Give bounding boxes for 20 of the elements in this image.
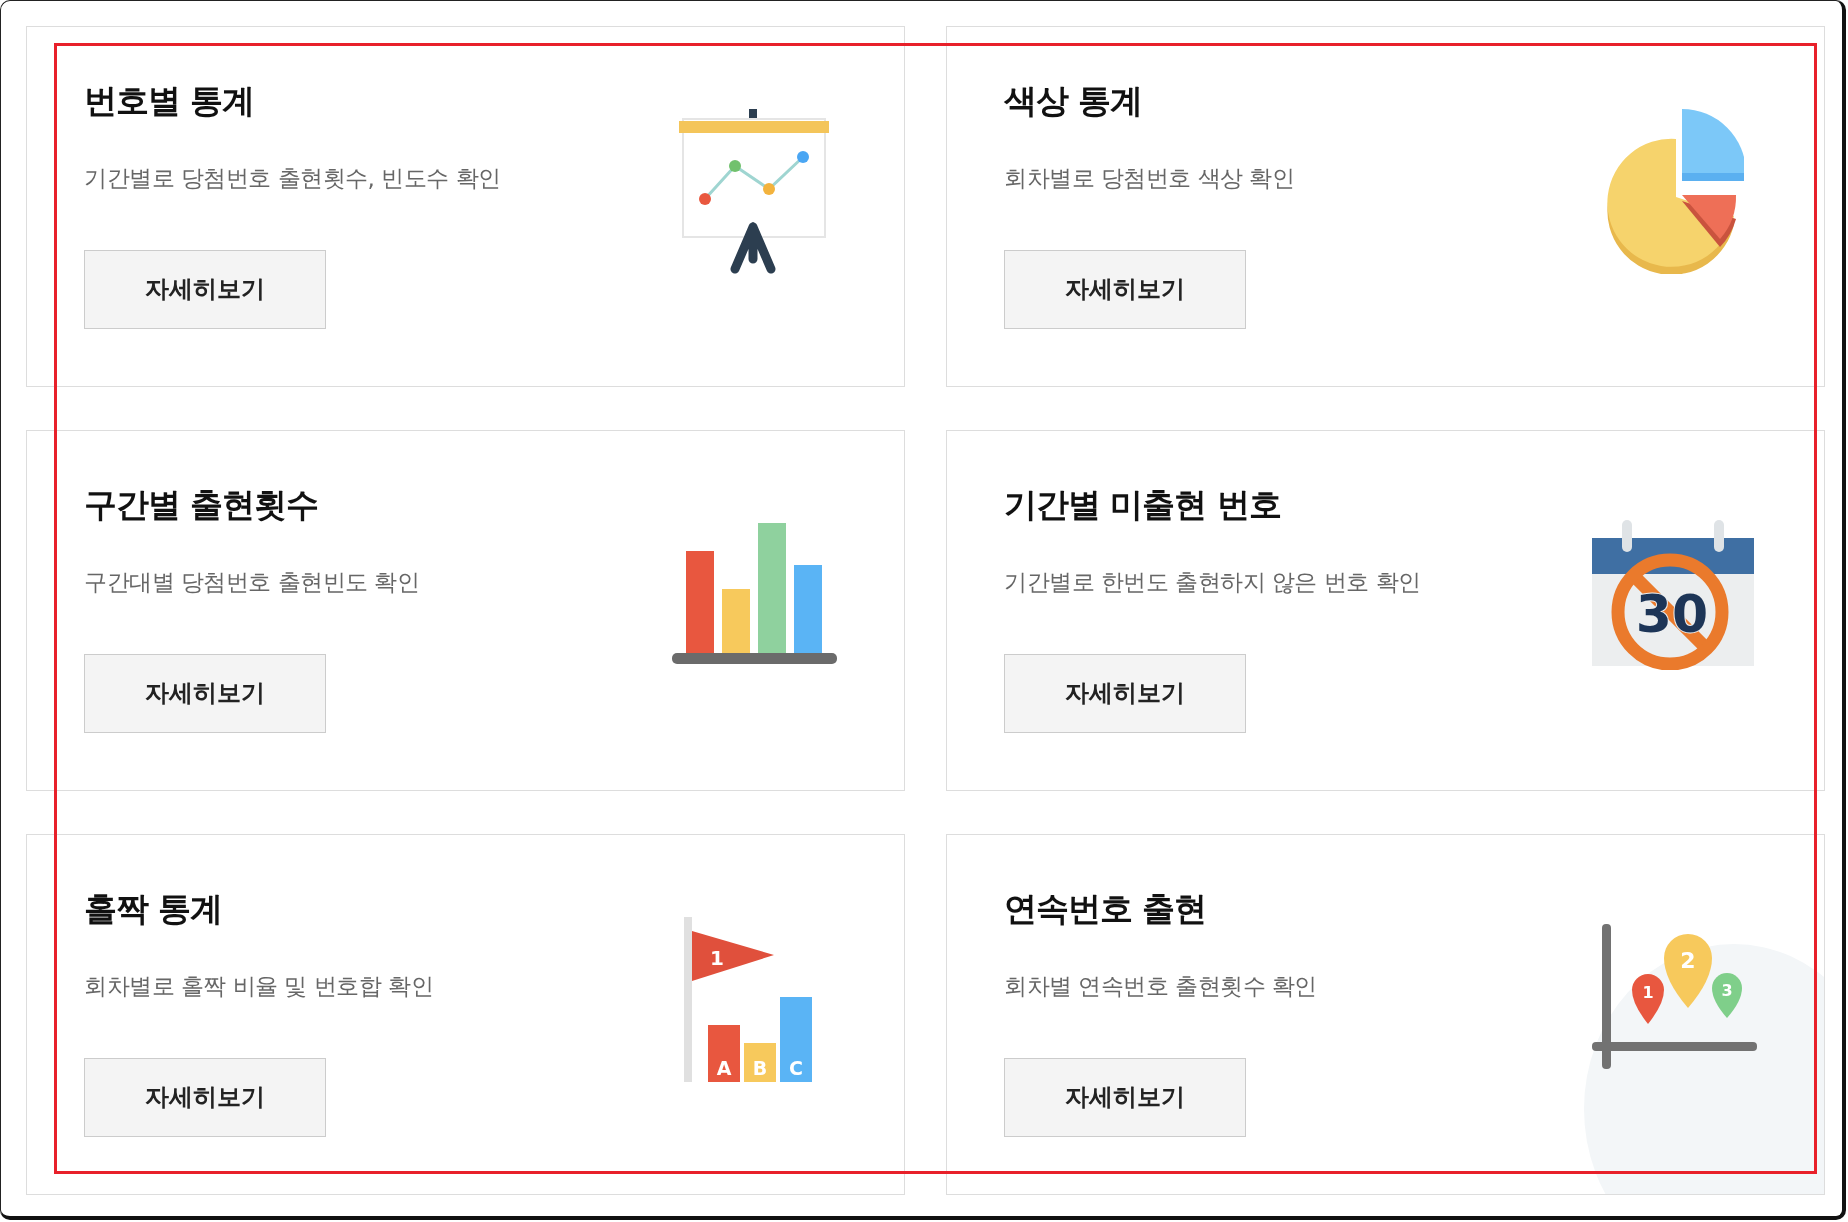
card-description: 회차별로 홀짝 비율 및 번호합 확인 bbox=[84, 971, 434, 1001]
details-button[interactable]: 자세히보기 bbox=[1004, 653, 1246, 733]
card-title: 연속번호 출현 bbox=[1004, 889, 1207, 929]
card-description: 기간별로 당첨번호 출현횟수, 빈도수 확인 bbox=[84, 163, 501, 193]
details-button[interactable]: 자세히보기 bbox=[1004, 1057, 1246, 1137]
details-button[interactable]: 자세히보기 bbox=[84, 1057, 326, 1137]
pie-chart-icon bbox=[1604, 108, 1744, 274]
card-description: 구간대별 당첨번호 출현빈도 확인 bbox=[84, 567, 420, 597]
presentation-chart-icon bbox=[679, 108, 829, 274]
card-title: 구간별 출현횟수 bbox=[84, 485, 319, 525]
card-description: 회차별로 당첨번호 색상 확인 bbox=[1004, 163, 1295, 193]
details-button[interactable]: 자세히보기 bbox=[84, 249, 326, 329]
card-description: 회차별 연속번호 출현횟수 확인 bbox=[1004, 971, 1317, 1001]
card-title: 홀짝 통계 bbox=[84, 889, 223, 929]
details-button[interactable]: 자세히보기 bbox=[1004, 249, 1246, 329]
details-button[interactable]: 자세히보기 bbox=[84, 653, 326, 733]
card-title: 색상 통계 bbox=[1004, 81, 1143, 121]
card-title: 번호별 통계 bbox=[84, 81, 255, 121]
card-title: 기간별 미출현 번호 bbox=[1004, 485, 1281, 525]
card-description: 기간별로 한번도 출현하지 않은 번호 확인 bbox=[1004, 567, 1421, 597]
